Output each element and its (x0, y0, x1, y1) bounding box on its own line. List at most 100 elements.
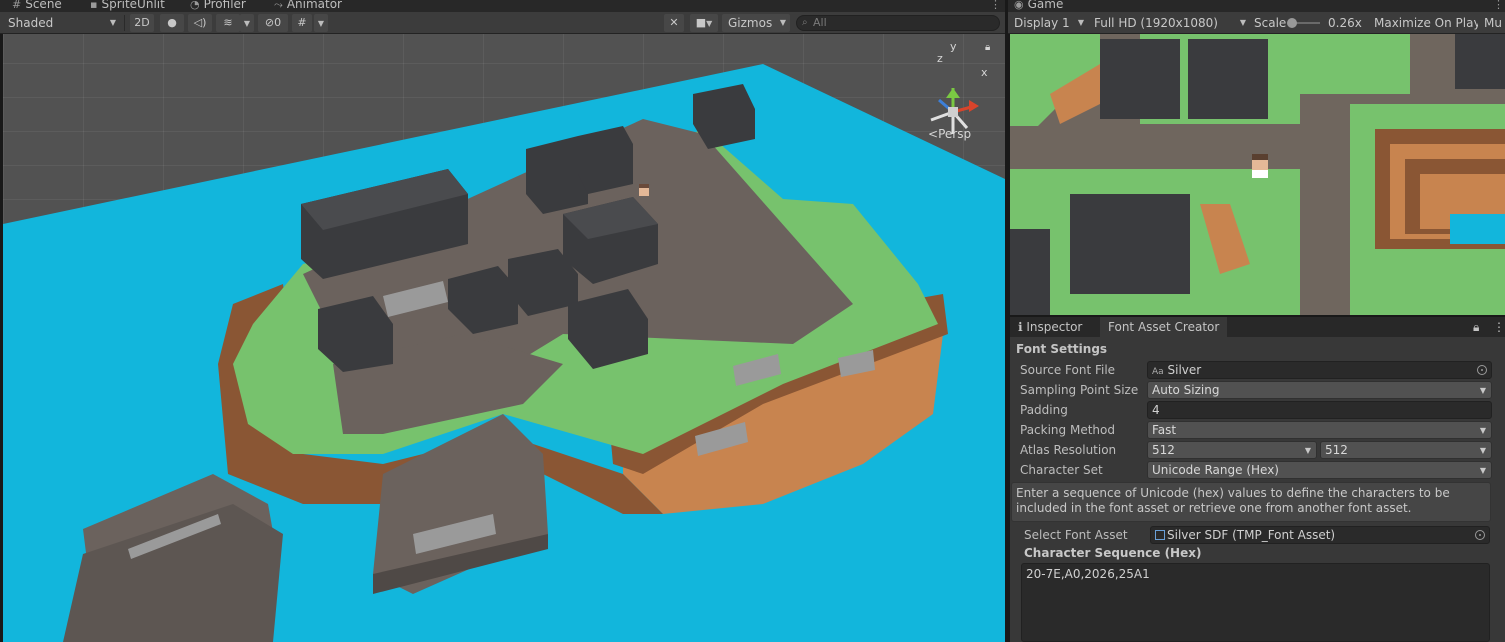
hidden-objects-button[interactable]: ⊘0 (258, 14, 288, 32)
shading-mode-dropdown[interactable]: Shaded ▼ (2, 14, 120, 32)
projection-label: Persp (938, 127, 972, 141)
tab-animator[interactable]: ⤳ Animator (274, 0, 342, 12)
tab-game[interactable]: ◉ Game (1014, 0, 1063, 12)
resolution-label: Full HD (1920x1080) (1094, 16, 1218, 30)
lock-icon[interactable]: 🔒︎ (1473, 317, 1479, 337)
sampling-point-size-dropdown[interactable]: Auto Sizing ▼ (1147, 381, 1492, 399)
chevron-down-icon: ▼ (1239, 18, 1246, 27)
font-asset-icon: Aa (1152, 367, 1164, 377)
hidden-count: 0 (274, 16, 282, 29)
sprite-icon: ▪ (90, 0, 98, 11)
scene-menu-icon[interactable]: ⋮ (990, 0, 1001, 11)
packing-method-dropdown[interactable]: Fast ▼ (1147, 421, 1492, 439)
scale-slider[interactable] (1287, 18, 1320, 28)
scene-search-input[interactable]: ⌕ All (796, 15, 1000, 31)
tab-profiler-label: Profiler (203, 0, 246, 11)
game-render (1010, 34, 1505, 315)
tab-inspector[interactable]: ℹ Inspector (1010, 317, 1090, 337)
character-sequence-input[interactable]: 20-7E,A0,2026,25A1 (1021, 563, 1490, 642)
chevron-down-icon: ▼ (1479, 386, 1486, 395)
animator-icon: ⤳ (274, 0, 283, 11)
chevron-down-icon: ▼ (1479, 466, 1486, 475)
scene-viewport[interactable]: y x z 🔒︎ <Persp (3, 34, 1005, 642)
packing-method-label: Packing Method (1020, 423, 1115, 437)
tab-sprite-unlit[interactable]: ▪ SpriteUnlit (90, 0, 165, 12)
scene-3d-render (3, 64, 1005, 642)
game-toolbar: Display 1 ▼ Full HD (1920x1080) ▼ Scale … (1008, 12, 1505, 34)
grid-icon: # (12, 0, 22, 11)
chevron-down-icon: ▼ (1479, 426, 1486, 435)
effects-dropdown-icon[interactable]: ▼ (240, 14, 254, 32)
object-picker-icon[interactable] (1475, 530, 1485, 540)
chevron-down-icon: ▼ (779, 18, 786, 27)
source-font-field[interactable]: Aa Silver (1147, 361, 1492, 379)
scale-value: 0.26x (1322, 14, 1368, 32)
character-set-label: Character Set (1020, 463, 1103, 477)
source-font-value: Silver (1167, 363, 1202, 377)
gizmo-x-label: x (981, 66, 988, 79)
toggle-2d-button[interactable]: 2D (130, 14, 154, 32)
tab-inspector-label: Inspector (1026, 320, 1083, 334)
audio-toggle-icon[interactable]: ◁) (188, 14, 212, 32)
chevron-down-icon: ▼ (1304, 446, 1311, 455)
eye-slash-icon: ⊘ (264, 16, 275, 29)
game-tab-bar: ◉ Game ⋮ (1008, 0, 1505, 12)
select-font-asset-field[interactable]: Silver SDF (TMP_Font Asset) (1150, 526, 1490, 544)
object-picker-icon[interactable] (1477, 365, 1487, 375)
character-sequence-label: Character Sequence (Hex) (1024, 546, 1202, 560)
maximize-on-play-toggle[interactable]: Maximize On Play (1368, 14, 1487, 32)
source-font-label: Source Font File (1020, 363, 1116, 377)
grid-toggle-icon[interactable]: # (292, 14, 312, 32)
gizmos-label: Gizmos (728, 16, 773, 30)
font-asset-file-icon (1155, 530, 1165, 540)
effects-toggle-icon[interactable]: ≋ (216, 14, 240, 32)
tab-scene[interactable]: # Scene (12, 0, 62, 12)
tab-font-asset-creator[interactable]: Font Asset Creator (1100, 317, 1228, 337)
tab-animator-label: Animator (286, 0, 342, 11)
panel-menu-icon[interactable]: ⋮ (1493, 317, 1505, 337)
projection-icon: < (928, 127, 939, 141)
divider (124, 15, 125, 31)
display-dropdown[interactable]: Display 1 ▼ (1008, 14, 1086, 32)
resolution-dropdown[interactable]: Full HD (1920x1080) ▼ (1088, 14, 1250, 32)
grid-dropdown-icon[interactable]: ▼ (314, 14, 328, 32)
chevron-down-icon: ▼ (1077, 18, 1084, 27)
tab-scene-label: Scene (25, 0, 62, 11)
shading-mode-label: Shaded (8, 16, 54, 30)
camera-icon[interactable]: ■▼ (690, 14, 718, 32)
help-box: Enter a sequence of Unicode (hex) values… (1011, 482, 1491, 522)
atlas-height-dropdown[interactable]: 512 ▼ (1320, 441, 1492, 459)
game-menu-icon[interactable]: ⋮ (1493, 0, 1504, 11)
gamepad-icon: ◉ (1014, 0, 1024, 11)
player-character (639, 184, 649, 196)
road (1010, 126, 1350, 168)
tab-sprite-unlit-label: SpriteUnlit (101, 0, 165, 11)
section-title-font-settings: Font Settings (1016, 342, 1108, 356)
lighting-toggle-icon[interactable]: ● (160, 14, 184, 32)
tools-icon[interactable]: ✕ (664, 14, 684, 32)
scene-toolbar: Shaded ▼ 2D ● ◁) ≋ ▼ ⊘0 # ▼ ✕ ■▼ Gizmos … (0, 12, 1005, 34)
inspector-tab-bar: ℹ Inspector Font Asset Creator 🔒︎ ⋮ (1010, 317, 1505, 337)
atlas-height-value: 512 (1325, 443, 1348, 457)
chevron-down-icon: ▼ (1479, 446, 1486, 455)
atlas-resolution-label: Atlas Resolution (1020, 443, 1117, 457)
scale-slider-handle[interactable] (1287, 18, 1297, 28)
scale-label: Scale (1248, 14, 1293, 32)
atlas-width-dropdown[interactable]: 512 ▼ (1147, 441, 1317, 459)
projection-toggle[interactable]: <Persp (928, 127, 971, 141)
sampling-point-size-label: Sampling Point Size (1020, 383, 1139, 397)
player-character (1252, 154, 1268, 178)
atlas-width-value: 512 (1152, 443, 1175, 457)
lock-icon[interactable]: 🔒︎ (985, 42, 990, 53)
padding-field[interactable]: 4 (1147, 401, 1492, 419)
character-set-dropdown[interactable]: Unicode Range (Hex) ▼ (1147, 461, 1492, 479)
search-icon: ⌕ (802, 17, 808, 28)
tab-profiler[interactable]: ◔ Profiler (190, 0, 246, 12)
profiler-icon: ◔ (190, 0, 200, 11)
sampling-point-size-value: Auto Sizing (1152, 383, 1220, 397)
mute-audio-toggle[interactable]: Mu (1478, 14, 1505, 32)
select-font-asset-value: Silver SDF (TMP_Font Asset) (1167, 528, 1336, 542)
gizmos-dropdown[interactable]: Gizmos ▼ (722, 14, 790, 32)
game-viewport[interactable] (1010, 34, 1505, 315)
padding-label: Padding (1020, 403, 1068, 417)
